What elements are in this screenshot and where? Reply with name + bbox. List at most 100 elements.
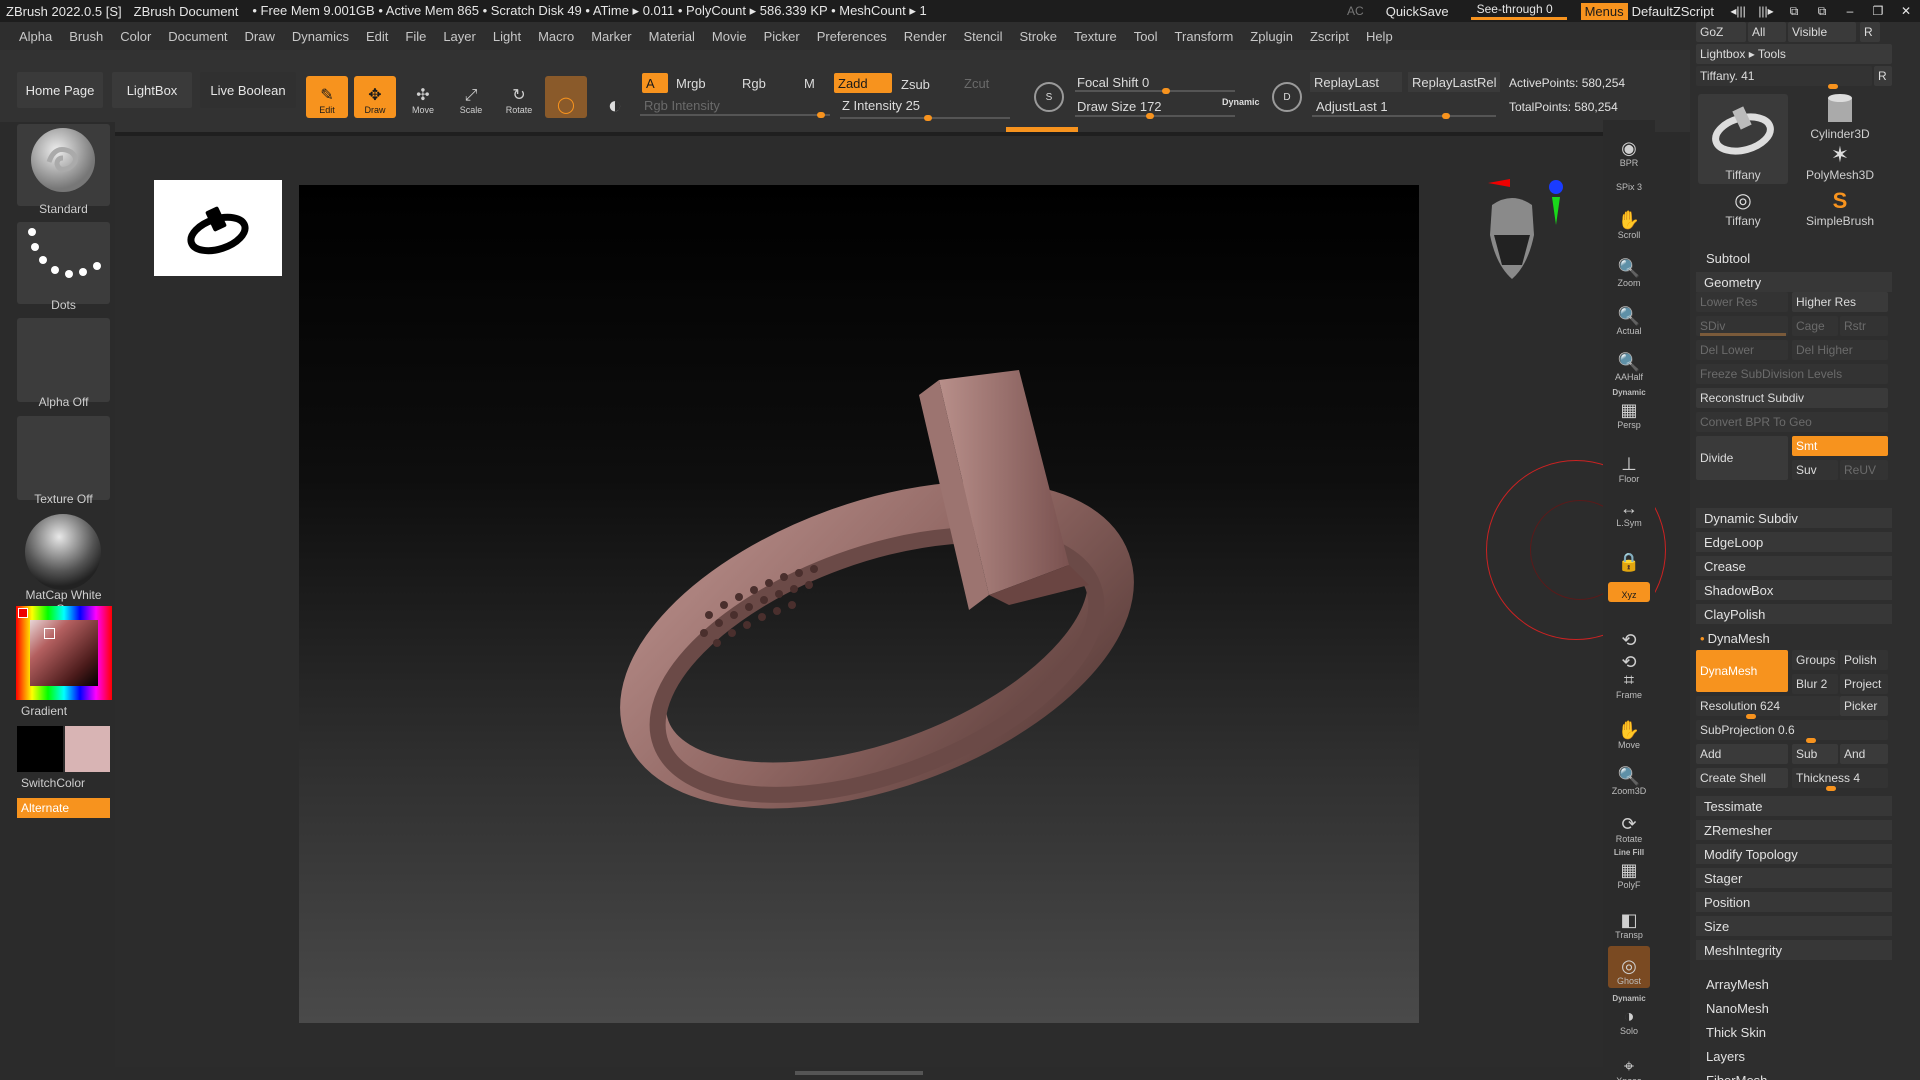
menu-item-preferences[interactable]: Preferences xyxy=(817,29,887,44)
draw-tool-button[interactable]: ✥ Draw xyxy=(354,76,396,118)
alpha-thumbnail[interactable] xyxy=(17,318,110,402)
bottom-handle[interactable] xyxy=(795,1071,923,1075)
layout-icon[interactable]: ◂||| xyxy=(1724,4,1752,18)
reuv-toggle[interactable]: ReUV xyxy=(1840,460,1888,480)
color-picker[interactable] xyxy=(16,606,112,700)
rshelf-zoom[interactable]: 🔍 Zoom xyxy=(1608,248,1650,290)
rshelf-zoom3d[interactable]: 🔍 Zoom3D xyxy=(1608,756,1650,798)
navigation-thumbnail[interactable] xyxy=(154,180,282,276)
menu-item-brush[interactable]: Brush xyxy=(69,29,103,44)
edit-tool-button[interactable]: ✎ Edit xyxy=(306,76,348,118)
rshelf-spix-3[interactable]: SPix 3 xyxy=(1608,174,1650,194)
alternate-button[interactable]: Alternate xyxy=(17,798,110,818)
lightbox-tools-button[interactable]: Lightbox ▸ Tools xyxy=(1696,44,1892,64)
ring-model[interactable] xyxy=(299,185,1419,1023)
rshelf-aahalf[interactable]: 🔍 AAHalf xyxy=(1608,342,1650,384)
sphere-material-icon[interactable]: ◐ xyxy=(594,76,636,118)
layout-icon-2[interactable]: |||▸ xyxy=(1752,4,1780,18)
tool-thumb-tiffany[interactable]: Tiffany xyxy=(1698,94,1788,184)
menu-item-zplugin[interactable]: Zplugin xyxy=(1250,29,1293,44)
tray-item-dynamic-subdiv[interactable]: Dynamic Subdiv xyxy=(1696,508,1892,528)
axis-gizmo[interactable] xyxy=(1460,175,1570,285)
thickness-slider[interactable]: Thickness 4 xyxy=(1792,768,1888,788)
del-higher-button[interactable]: Del Higher xyxy=(1792,340,1888,360)
menu-item-file[interactable]: File xyxy=(405,29,426,44)
window-layout-icon[interactable]: ⧉ xyxy=(1780,4,1808,19)
menu-item-light[interactable]: Light xyxy=(493,29,521,44)
switch-color-button[interactable]: SwitchColor xyxy=(21,776,85,790)
tray-item-edgeloop[interactable]: EdgeLoop xyxy=(1696,532,1892,552)
tray-item-position[interactable]: Position xyxy=(1696,892,1892,912)
reconstruct-subdiv-button[interactable]: Reconstruct Subdiv xyxy=(1696,388,1888,408)
rshelf-transp[interactable]: ◧ Transp xyxy=(1608,900,1650,942)
lower-res-button[interactable]: Lower Res xyxy=(1696,292,1788,312)
menu-item-picker[interactable]: Picker xyxy=(764,29,800,44)
menu-item-macro[interactable]: Macro xyxy=(538,29,574,44)
higher-res-button[interactable]: Higher Res xyxy=(1792,292,1888,312)
close-icon[interactable]: ✕ xyxy=(1892,4,1920,18)
create-shell-button[interactable]: Create Shell xyxy=(1696,768,1788,788)
rshelf-frame[interactable]: ⌗ Frame xyxy=(1608,660,1650,702)
lightbox-button[interactable]: LightBox xyxy=(112,72,192,108)
quicksave-button[interactable]: QuickSave xyxy=(1386,4,1449,19)
rshelf-l-sym[interactable]: ↔ L.Sym xyxy=(1608,488,1650,530)
menu-item-alpha[interactable]: Alpha xyxy=(19,29,52,44)
color-mode-icon[interactable] xyxy=(18,608,28,618)
blur-slider[interactable]: Blur 2 xyxy=(1792,674,1838,694)
tray-item-layers[interactable]: Layers xyxy=(1706,1046,1745,1066)
tray-item-size[interactable]: Size xyxy=(1696,916,1892,936)
texture-thumbnail[interactable] xyxy=(17,416,110,500)
rshelf-move[interactable]: ✋ Move xyxy=(1608,710,1650,752)
geometry-header[interactable]: Geometry xyxy=(1696,272,1892,292)
all-button[interactable]: All xyxy=(1748,22,1786,42)
freeze-subdivision-button[interactable]: Freeze SubDivision Levels xyxy=(1696,364,1888,384)
move-tool-button[interactable]: ✣ Move xyxy=(402,76,444,118)
del-lower-button[interactable]: Del Lower xyxy=(1696,340,1788,360)
menu-item-zscript[interactable]: Zscript xyxy=(1310,29,1349,44)
material-swatch-icon[interactable]: ◯ xyxy=(545,76,587,118)
convert-bpr-button[interactable]: Convert BPR To Geo xyxy=(1696,412,1888,432)
project-toggle[interactable]: Project xyxy=(1840,674,1888,694)
mrgb-toggle[interactable]: Mrgb xyxy=(672,73,722,93)
tray-item-arraymesh[interactable]: ArrayMesh xyxy=(1706,974,1769,994)
tray-item-fibermesh[interactable]: FiberMesh xyxy=(1706,1070,1767,1080)
menu-item-document[interactable]: Document xyxy=(168,29,227,44)
add-button[interactable]: Add xyxy=(1696,744,1788,764)
document-canvas[interactable] xyxy=(299,185,1419,1023)
home-page-button[interactable]: Home Page xyxy=(17,72,103,108)
divide-button[interactable]: Divide xyxy=(1696,436,1788,480)
tray-item-shadowbox[interactable]: ShadowBox xyxy=(1696,580,1892,600)
sub-button[interactable]: Sub xyxy=(1792,744,1838,764)
picker-button[interactable]: Picker xyxy=(1840,696,1888,716)
menu-item-stroke[interactable]: Stroke xyxy=(1019,29,1057,44)
menu-item-stencil[interactable]: Stencil xyxy=(963,29,1002,44)
menu-item-texture[interactable]: Texture xyxy=(1074,29,1117,44)
r-button[interactable]: R xyxy=(1860,22,1880,42)
replay-last-rel-button[interactable]: ReplayLastRel xyxy=(1408,72,1500,92)
rotate-tool-button[interactable]: ↻ Rotate xyxy=(498,76,540,118)
menu-item-marker[interactable]: Marker xyxy=(591,29,631,44)
see-through-slider[interactable]: See-through 0 xyxy=(1470,2,1567,20)
menus-toggle[interactable]: Menus xyxy=(1580,2,1628,20)
tool-thumb-tiffany-2[interactable]: ◎ Tiffany xyxy=(1698,188,1788,234)
rgb-intensity-slider[interactable]: Rgb Intensity xyxy=(640,95,830,115)
tray-item-modify-topology[interactable]: Modify Topology xyxy=(1696,844,1892,864)
menu-item-tool[interactable]: Tool xyxy=(1134,29,1158,44)
tray-item-crease[interactable]: Crease xyxy=(1696,556,1892,576)
rshelf-floor[interactable]: ⊥ Floor xyxy=(1608,444,1650,486)
gradient-label[interactable]: Gradient xyxy=(21,704,67,718)
rshelf-actual[interactable]: 🔍 Actual xyxy=(1608,296,1650,338)
resolution-slider[interactable]: Resolution 624 xyxy=(1696,696,1840,716)
menu-item-render[interactable]: Render xyxy=(904,29,947,44)
m-toggle[interactable]: M xyxy=(800,73,820,93)
menu-item-edit[interactable]: Edit xyxy=(366,29,388,44)
tool-thumb-polymesh[interactable]: ✶ PolyMesh3D xyxy=(1790,142,1890,188)
live-boolean-button[interactable]: Live Boolean xyxy=(200,72,296,108)
default-zscript-button[interactable]: DefaultZScript xyxy=(1632,4,1714,19)
menu-item-help[interactable]: Help xyxy=(1366,29,1393,44)
ac-button[interactable]: AC xyxy=(1347,4,1364,18)
zsub-toggle[interactable]: Zsub xyxy=(897,74,947,94)
tray-item-nanomesh[interactable]: NanoMesh xyxy=(1706,998,1769,1018)
cage-button[interactable]: Cage xyxy=(1792,316,1838,336)
rshelf-icon-9[interactable]: 🔒 xyxy=(1608,532,1650,574)
